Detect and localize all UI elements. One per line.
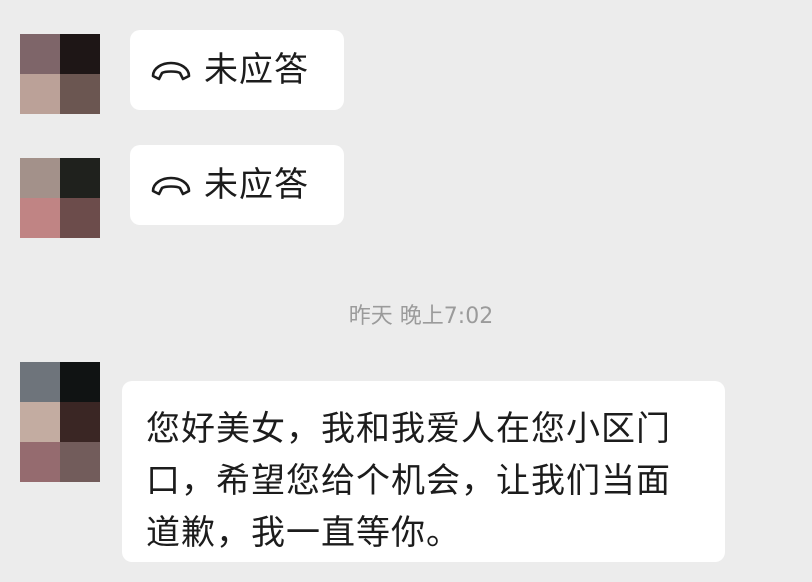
call-status-text: 未应答 xyxy=(204,50,309,90)
avatar-pixel xyxy=(20,158,60,198)
avatar-pixel xyxy=(60,34,100,74)
avatar-pixel xyxy=(60,362,100,402)
chat-view: 未应答 未应答 昨天 晚上7:02 您好美女，我和我爱人在您小区门口，希望您给个… xyxy=(0,0,812,582)
avatar-pixel xyxy=(20,362,60,402)
avatar-pixel xyxy=(60,158,100,198)
message-text: 您好美女，我和我爱人在您小区门口，希望您给个机会，让我们当面道歉，我一直等你。 xyxy=(146,409,671,553)
avatar-pixel xyxy=(20,402,60,442)
call-status-text: 未应答 xyxy=(204,165,309,205)
missed-call-bubble[interactable]: 未应答 xyxy=(130,30,344,110)
sender-avatar[interactable] xyxy=(20,362,100,482)
phone-hangup-icon xyxy=(151,176,191,196)
avatar-pixel xyxy=(60,198,100,238)
missed-call-bubble[interactable]: 未应答 xyxy=(130,145,344,225)
message-timestamp: 昨天 晚上7:02 xyxy=(348,304,494,329)
avatar-pixel xyxy=(60,442,100,482)
avatar-pixel xyxy=(60,402,100,442)
avatar-pixel xyxy=(20,198,60,238)
avatar-pixel xyxy=(20,74,60,114)
text-message-bubble[interactable]: 您好美女，我和我爱人在您小区门口，希望您给个机会，让我们当面道歉，我一直等你。 xyxy=(122,381,725,562)
avatar-pixel xyxy=(20,442,60,482)
avatar-pixel xyxy=(60,74,100,114)
sender-avatar[interactable] xyxy=(20,158,100,238)
avatar-pixel xyxy=(20,34,60,74)
phone-hangup-icon xyxy=(151,61,191,81)
sender-avatar[interactable] xyxy=(20,34,100,114)
